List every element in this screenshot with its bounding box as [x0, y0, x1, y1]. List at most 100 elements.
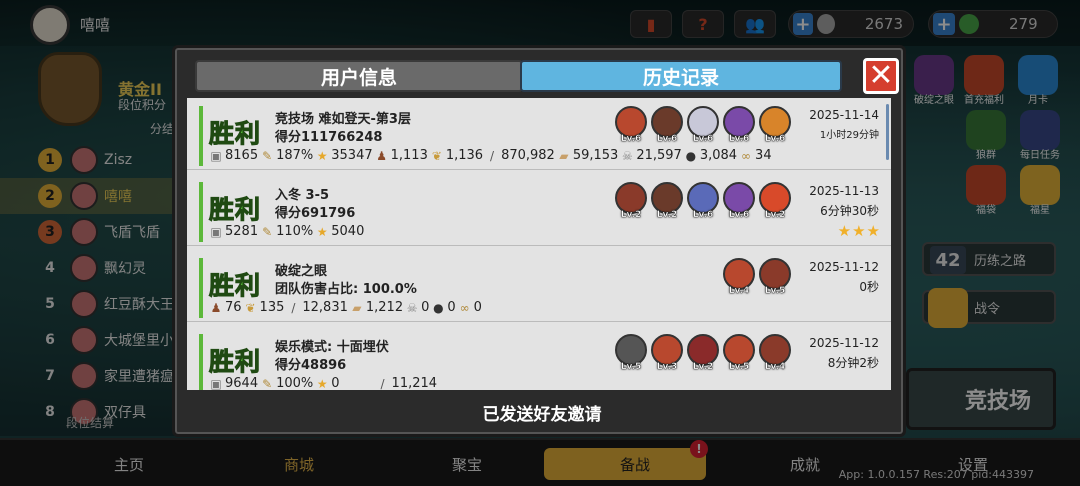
hero-level: Lv.6: [656, 134, 678, 144]
mode-title: 破绽之眼: [275, 264, 328, 279]
hero-lineup: Lv.6 Lv.6 Lv.6 Lv.6 Lv.6: [615, 106, 795, 144]
chain-icon: ∞: [459, 300, 470, 315]
record-duration: 0秒: [859, 280, 879, 294]
result-label: 胜利: [208, 195, 262, 225]
stat-value: 8165: [225, 148, 259, 163]
stat-value: 1,113: [390, 148, 428, 163]
stat-value: 76: [225, 300, 242, 315]
hero-avatar[interactable]: Lv.6: [759, 106, 791, 144]
hero-avatar[interactable]: Lv.6: [687, 106, 719, 144]
stat-value: 0: [447, 300, 456, 315]
stat-value: 9644: [225, 376, 259, 390]
hero-avatar[interactable]: Lv.6: [615, 106, 647, 144]
hero-icon: ♟: [376, 148, 387, 163]
stat-item: ✎ 187%: [260, 148, 313, 163]
bomb-icon: ●: [433, 300, 444, 315]
stat-item: ★ 35347: [315, 148, 373, 163]
stat-value: 110%: [276, 224, 314, 239]
stat-item: ★ 5040: [315, 224, 364, 239]
win-indicator-bar: [199, 106, 203, 166]
stat-value: 59,153: [572, 148, 619, 163]
hero-level: Lv.3: [656, 362, 678, 372]
history-record[interactable]: 胜利 破绽之眼 团队伤害占比: 100.0% 2025-11-12 0秒 Lv.4 Lv.5…: [187, 250, 891, 322]
chain-icon: ∞: [741, 148, 752, 163]
hero-avatar[interactable]: Lv.5: [615, 334, 647, 372]
hero-avatar[interactable]: Lv.2: [651, 182, 683, 220]
history-record[interactable]: 胜利 娱乐模式: 十面埋伏 得分48896 2025-11-12 8分钟2秒 Lv.5 Lv…: [187, 326, 891, 390]
mode-title: 竞技场 难如登天-第3层: [275, 112, 411, 127]
stat-item: ▰ 1,212: [350, 300, 403, 315]
stat-value: 187%: [276, 148, 314, 163]
score-text: 得分691796: [275, 206, 356, 221]
hero-level: Lv.4: [728, 286, 750, 296]
hero-avatar[interactable]: Lv.4: [759, 334, 791, 372]
scroll-icon: ✎: [262, 148, 273, 163]
tower-icon: ▣: [210, 148, 222, 163]
record-stats: ▣ 5281 ✎ 110% ★ 5040: [209, 224, 366, 239]
stat-item: / 11,214: [376, 376, 438, 390]
score-text: 得分111766248: [275, 130, 383, 145]
stat-item: ● 0: [431, 300, 456, 315]
hero-avatar[interactable]: Lv.2: [759, 182, 791, 220]
win-indicator-bar: [199, 258, 203, 318]
record-date: 2025-11-12: [809, 336, 879, 350]
hero-avatar[interactable]: Lv.5: [759, 258, 791, 296]
hero-level: Lv.4: [764, 362, 786, 372]
hero-level: Lv.6: [620, 134, 642, 144]
stat-value: 100%: [276, 376, 314, 390]
stat-item: ✎ 110%: [260, 224, 313, 239]
sword-icon: /: [291, 300, 296, 315]
hero-level: Lv.6: [692, 134, 714, 144]
bomb-icon: ●: [685, 148, 697, 163]
record-date: 2025-11-14: [809, 108, 879, 122]
hero-icon: ♟: [210, 300, 222, 315]
hero-avatar[interactable]: Lv.6: [651, 106, 683, 144]
hero-level: Lv.6: [692, 210, 714, 220]
bandage-icon: ▰: [352, 300, 362, 315]
mode-title: 娱乐模式: 十面埋伏: [275, 340, 389, 355]
result-label: 胜利: [208, 271, 262, 301]
hero-level: Lv.6: [764, 134, 786, 144]
stat-item: ☠ 0: [405, 300, 430, 315]
stat-item: ● 3,084: [684, 148, 737, 163]
stat-value: 0: [421, 300, 430, 315]
record-stats: ▣ 8165 ✎ 187% ★ 35347 ♟ 1,113 ❦ 1,136/870,982 ▰ 59,…: [209, 148, 774, 163]
hero-avatar[interactable]: Lv.3: [651, 334, 683, 372]
stat-item: ☠ 21,597: [620, 148, 682, 163]
stat-item: ♟ 1,113: [375, 148, 428, 163]
sword-icon: /: [380, 376, 385, 391]
hero-avatar[interactable]: Lv.6: [723, 106, 755, 144]
hero-avatar[interactable]: Lv.6: [687, 182, 719, 220]
tab-history[interactable]: 历史记录: [520, 60, 842, 92]
stat-value: 135: [259, 300, 285, 315]
history-record[interactable]: 胜利 竞技场 难如登天-第3层 得分111766248 2025-11-14 1小时29…: [187, 98, 891, 170]
hero-lineup: Lv.4 Lv.5: [723, 258, 795, 296]
score-text: 得分48896: [275, 358, 347, 373]
record-duration: 1小时29分钟: [819, 130, 879, 141]
star-icon: ★: [316, 376, 328, 391]
hero-avatar[interactable]: Lv.6: [723, 182, 755, 220]
score-text: 团队伤害占比: 100.0%: [275, 282, 417, 297]
win-indicator-bar: [199, 334, 203, 390]
hero-avatar[interactable]: Lv.2: [687, 334, 719, 372]
close-button[interactable]: ✕: [863, 58, 899, 94]
scroll-icon: ✎: [262, 224, 273, 239]
hero-level: Lv.5: [620, 362, 642, 372]
wheat-icon: ❦: [245, 300, 256, 315]
result-label: 胜利: [208, 119, 262, 149]
hero-avatar[interactable]: Lv.5: [723, 334, 755, 372]
stat-item: ▣ 8165: [209, 148, 258, 163]
hero-level: Lv.6: [728, 134, 750, 144]
hero-avatar[interactable]: Lv.2: [615, 182, 647, 220]
hero-lineup: Lv.2 Lv.2 Lv.6 Lv.6 Lv.2: [615, 182, 795, 220]
hero-level: Lv.2: [656, 210, 678, 220]
history-record[interactable]: 胜利 入冬 3-5 得分691796 2025-11-13 6分钟30秒 ★★★ Lv.2 L…: [187, 174, 891, 246]
stat-value: 11,214: [391, 376, 438, 390]
stat-value: 0: [473, 300, 482, 315]
hero-avatar[interactable]: Lv.4: [723, 258, 755, 296]
hero-level: Lv.2: [620, 210, 642, 220]
wheat-icon: ❦: [431, 148, 442, 163]
tab-user-info[interactable]: 用户信息: [195, 60, 523, 92]
stat-item: ❦ 1,136: [430, 148, 483, 163]
history-list[interactable]: 胜利 竞技场 难如登天-第3层 得分111766248 2025-11-14 1小时29…: [187, 98, 891, 390]
